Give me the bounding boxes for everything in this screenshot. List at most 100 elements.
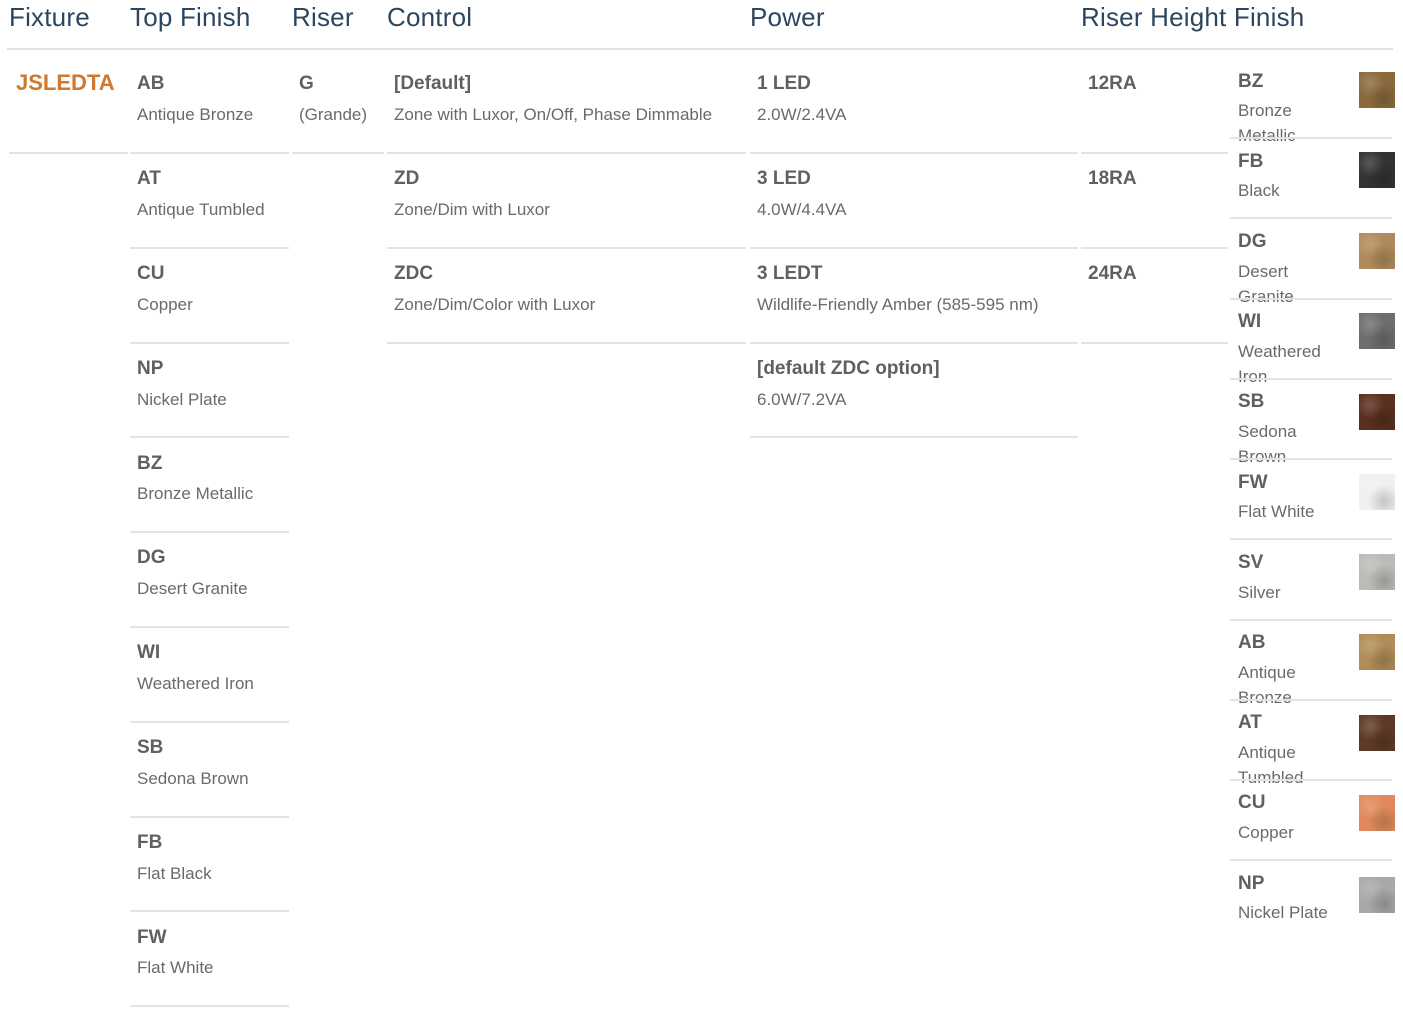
row-divider — [750, 436, 1078, 438]
control-name: Zone/Dim/Color with Luxor — [394, 295, 596, 314]
riser-finish-name-line2: Metallic — [1238, 126, 1296, 145]
control-name: Zone/Dim with Luxor — [394, 200, 550, 219]
finish-name: Flat White — [137, 958, 214, 977]
finish-name: Antique Tumbled — [137, 200, 265, 219]
row-divider — [1230, 137, 1392, 139]
row-divider — [750, 342, 1078, 344]
finish-code: SB — [137, 737, 164, 758]
power-spec: 4.0W/4.4VA — [757, 200, 847, 219]
row-divider — [1081, 247, 1228, 249]
copper-swatch — [1359, 795, 1395, 831]
control-name: Zone with Luxor, On/Off, Phase Dimmable — [394, 105, 713, 124]
row-divider — [130, 247, 289, 249]
power-spec: 2.0W/2.4VA — [757, 105, 847, 124]
header-riser: Riser — [292, 2, 354, 32]
riser-finish-code: SB — [1238, 391, 1265, 412]
finish-name: Weathered Iron — [137, 674, 254, 693]
finish-code: AB — [137, 73, 165, 94]
finish-code: WI — [137, 642, 161, 663]
riser-finish-name-line1: Weathered — [1238, 342, 1321, 361]
riser-finish-name-line1: Bronze — [1238, 101, 1292, 120]
row-divider — [1230, 217, 1392, 219]
riser-finish-name-line2: Bronze — [1238, 688, 1292, 707]
riser-height-code: 24RA — [1088, 263, 1137, 284]
row-divider — [130, 721, 289, 723]
control-code: [Default] — [394, 73, 472, 94]
header-top-finish: Top Finish — [130, 2, 251, 32]
riser-finish-code: NP — [1238, 873, 1265, 894]
antique-tumbled-swatch — [1359, 715, 1395, 751]
row-divider — [130, 531, 289, 533]
header-riser-height-finish: Riser Height Finish — [1081, 2, 1305, 32]
row-divider — [750, 247, 1078, 249]
header-control: Control — [387, 2, 473, 32]
row-divider — [1230, 779, 1392, 781]
row-divider — [130, 910, 289, 912]
finish-name: Bronze Metallic — [137, 484, 254, 503]
finish-name: Copper — [137, 295, 193, 314]
power-code: 3 LEDT — [757, 263, 823, 284]
riser-height-code: 12RA — [1088, 73, 1137, 94]
finish-code: CU — [137, 263, 165, 284]
riser-name: (Grande) — [299, 105, 368, 124]
control-code: ZD — [394, 168, 420, 189]
header-fixture: Fixture — [9, 2, 90, 32]
riser-finish-name-line2: Granite — [1238, 287, 1294, 306]
finish-code: DG — [137, 547, 166, 568]
riser-finish-name-line1: Black — [1238, 181, 1280, 200]
granite-swatch — [1359, 233, 1395, 269]
row-divider — [1230, 619, 1392, 621]
finish-code: FB — [137, 832, 163, 853]
row-divider — [9, 152, 128, 154]
riser-finish-code: FW — [1238, 472, 1268, 493]
riser-finish-name-line1: Nickel Plate — [1238, 903, 1328, 922]
antique-bronze-swatch — [1359, 634, 1395, 670]
row-divider — [387, 247, 746, 249]
row-divider — [1230, 538, 1392, 540]
riser-finish-name-line2: Brown — [1238, 447, 1287, 466]
riser-finish-name-line1: Copper — [1238, 823, 1294, 842]
row-divider — [1230, 458, 1392, 460]
riser-finish-code: WI — [1238, 311, 1262, 332]
riser-finish-code: CU — [1238, 792, 1266, 813]
row-divider — [1230, 859, 1392, 861]
finish-code: AT — [137, 168, 161, 189]
riser-finish-code: AT — [1238, 712, 1262, 733]
row-divider — [750, 152, 1078, 154]
riser-finish-code: BZ — [1238, 71, 1264, 92]
riser-finish-name-line1: Antique — [1238, 663, 1296, 682]
black-swatch — [1359, 152, 1395, 188]
riser-finish-code: FB — [1238, 151, 1264, 172]
row-divider — [130, 1005, 289, 1007]
bronze-swatch — [1359, 72, 1395, 108]
header-divider — [7, 48, 1393, 50]
row-divider — [130, 342, 289, 344]
row-divider — [130, 816, 289, 818]
finish-name: Sedona Brown — [137, 769, 249, 788]
riser-finish-name-line1: Sedona — [1238, 422, 1297, 441]
riser-finish-name-line2: Tumbled — [1238, 768, 1304, 787]
silver-swatch — [1359, 554, 1395, 590]
finish-name: Flat Black — [137, 864, 212, 883]
finish-name: Antique Bronze — [137, 105, 254, 124]
finish-code: BZ — [137, 453, 163, 474]
riser-finish-code: AB — [1238, 632, 1266, 653]
row-divider — [130, 436, 289, 438]
row-divider — [130, 152, 289, 154]
riser-finish-code: DG — [1238, 231, 1267, 252]
sedona-swatch — [1359, 394, 1395, 430]
row-divider — [1081, 342, 1228, 344]
fixture-code: JSLEDTA — [16, 70, 115, 95]
row-divider — [1230, 378, 1392, 380]
finish-name: Desert Granite — [137, 579, 248, 598]
white-swatch — [1359, 474, 1395, 510]
riser-finish-code: SV — [1238, 552, 1264, 573]
power-spec: 6.0W/7.2VA — [757, 390, 847, 409]
power-code: 3 LED — [757, 168, 811, 189]
row-divider — [387, 342, 746, 344]
riser-finish-name-line1: Antique — [1238, 743, 1296, 762]
row-divider — [1230, 699, 1392, 701]
riser-finish-name-line1: Silver — [1238, 583, 1281, 602]
riser-finish-name-line1: Flat White — [1238, 502, 1315, 521]
power-spec: Wildlife-Friendly Amber (585-595 nm) — [757, 295, 1039, 314]
